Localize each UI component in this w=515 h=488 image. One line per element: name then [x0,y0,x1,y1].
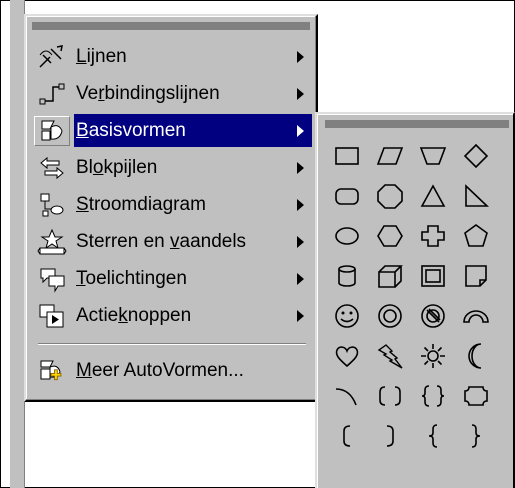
rectangle-icon[interactable] [327,136,367,176]
right-bracket-icon[interactable] [370,416,410,456]
plaque-icon[interactable] [456,376,496,416]
flowchart-icon [34,190,70,220]
can-icon[interactable] [327,256,367,296]
no-symbol-icon[interactable] [413,296,453,336]
diamond-icon[interactable] [456,136,496,176]
rounded-rectangle-icon[interactable] [327,176,367,216]
octagon-icon[interactable] [370,176,410,216]
submenu-arrow-icon [297,124,304,137]
stars-banners-icon [34,227,70,257]
submenu-arrow-icon [297,309,304,322]
palette-drag-handle[interactable] [325,120,509,128]
right-brace-icon[interactable] [456,416,496,456]
menu-item-verbindingslijnen[interactable]: Verbindingslijnen [32,75,312,112]
lightning-bolt-icon[interactable] [370,336,410,376]
menu-drag-handle[interactable] [32,22,310,30]
submenu-arrow-icon [297,198,304,211]
triangle-icon[interactable] [413,176,453,216]
heart-icon[interactable] [327,336,367,376]
menu-item-stroomdiagram[interactable]: Stroomdiagram [32,186,312,223]
connectors-icon [34,79,70,109]
submenu-arrow-icon [297,272,304,285]
menu-separator [38,343,306,345]
right-triangle-icon[interactable] [456,176,496,216]
parallelogram-icon[interactable] [370,136,410,176]
menu-item-toelichtingen[interactable]: Toelichtingen [32,260,312,297]
menu-item-label: Basisvormen [76,119,186,141]
pentagon-icon[interactable] [456,216,496,256]
folded-corner-icon[interactable] [456,256,496,296]
menu-item-label: Meer AutoVormen... [76,359,244,381]
submenu-arrow-icon [297,161,304,174]
arc-icon[interactable] [327,376,367,416]
double-brace-icon[interactable] [413,376,453,416]
double-bracket-icon[interactable] [370,376,410,416]
action-buttons-icon [34,301,70,331]
cross-icon[interactable] [413,216,453,256]
basic-shapes-palette [315,112,515,488]
callouts-icon [34,264,70,294]
left-brace-icon[interactable] [413,416,453,456]
bevel-icon[interactable] [413,256,453,296]
menu-item-basisvormen[interactable]: Basisvormen [32,112,312,149]
menu-item-lijnen[interactable]: Lijnen [32,38,312,75]
submenu-arrow-icon [297,87,304,100]
moon-icon[interactable] [456,336,496,376]
menu-item-blokpijlen[interactable]: Blokpijlen [32,149,312,186]
submenu-arrow-icon [297,235,304,248]
menu-item-label: Verbindingslijnen [76,82,220,104]
cube-icon[interactable] [370,256,410,296]
menu-item-label: Toelichtingen [76,267,187,289]
menu-item-label: Sterren en vaandels [76,230,247,252]
smiley-face-icon[interactable] [327,296,367,336]
menu-item-label: Lijnen [76,45,127,67]
block-arrows-icon [34,153,70,183]
block-arc-icon[interactable] [456,296,496,336]
donut-icon[interactable] [370,296,410,336]
more-autoshapes-icon [34,356,70,386]
basic-shapes-icon [34,115,70,146]
oval-icon[interactable] [327,216,367,256]
menu-item-meer-autovormen[interactable]: Meer AutoVormen... [32,352,312,389]
menu-item-sterren-en-vaandels[interactable]: Sterren en vaandels [32,223,312,260]
left-bracket-icon[interactable] [327,416,367,456]
menu-item-label: Stroomdiagram [76,193,206,215]
menu-item-actieknoppen[interactable]: Actieknoppen [32,297,312,334]
sun-icon[interactable] [413,336,453,376]
hexagon-icon[interactable] [370,216,410,256]
menu-item-label: Blokpijlen [76,156,158,178]
autoshapes-menu: Lijnen Verbindingslijnen Basisvormen Blo… [24,14,318,402]
menu-item-label: Actieknoppen [76,304,192,326]
toolbar-edge [10,0,25,488]
lines-icon [34,42,70,72]
submenu-arrow-icon [297,50,304,63]
trapezoid-icon[interactable] [413,136,453,176]
